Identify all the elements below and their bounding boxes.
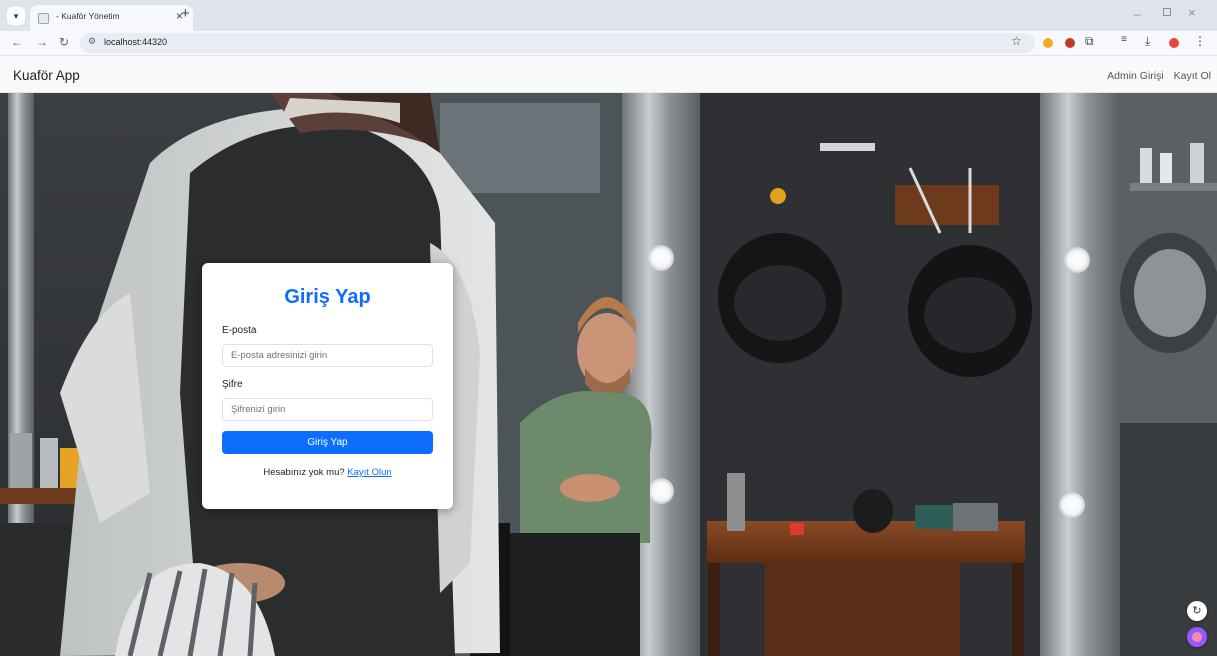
nav-links: Admin Girişi Kayıt Ol [1100,70,1211,82]
login-card: Giriş Yap E-posta Şifre Giriş Yap Hesabı… [202,263,453,509]
barbershop-photo [0,93,1217,656]
forward-icon[interactable]: → [36,35,48,49]
reading-list-icon[interactable]: ≡ [1121,34,1127,45]
site-info-icon[interactable]: ⚙ [88,36,96,47]
extensions-puzzle-icon[interactable]: ⧉ [1085,34,1094,49]
admin-login-link[interactable]: Admin Girişi [1107,70,1164,82]
maximize-icon[interactable] [1163,8,1171,16]
bookmark-star-icon[interactable]: ☆ [1011,34,1022,48]
back-icon[interactable]: ← [11,35,23,49]
browser-tab-strip: ▾ - Kuaför Yönetim × + – × [0,0,1217,31]
minimize-icon[interactable]: – [1134,7,1141,21]
email-label: E-posta [222,325,257,336]
login-submit-button[interactable]: Giriş Yap [222,431,433,454]
password-field[interactable] [222,398,433,421]
register-link[interactable]: Kayıt Ol [1174,70,1211,82]
login-title: Giriş Yap [284,286,371,308]
background-image [0,93,1217,656]
page-favicon-icon [38,13,49,24]
app-navbar: Kuaför App Admin Girişi Kayıt Ol [0,57,1217,93]
browser-toolbar: ← → ↻ ⚙ localhost:44320 ☆ ⧉ ≡ ⤓ ⋮ [0,31,1217,56]
address-bar[interactable]: ⚙ localhost:44320 [80,33,1035,53]
register-prompt: Hesabınız yok mu? Kayıt Olun [202,467,453,478]
password-label: Şifre [222,379,243,390]
register-now-link[interactable]: Kayıt Olun [347,467,391,478]
no-account-text: Hesabınız yok mu? [263,467,345,478]
tab-search-icon[interactable]: ▾ [7,7,25,25]
menu-icon[interactable]: ⋮ [1194,34,1206,48]
extension-icon[interactable] [1043,38,1053,48]
email-field[interactable] [222,344,433,367]
new-tab-icon[interactable]: + [181,5,190,22]
close-window-icon[interactable]: × [1188,5,1196,20]
floating-helper-icon[interactable]: ↻ [1187,601,1207,621]
url-text: localhost:44320 [104,37,168,47]
floating-assistant-icon[interactable] [1187,627,1207,647]
brand-logo[interactable]: Kuaför App [13,68,80,83]
extension-icon[interactable] [1065,38,1075,48]
tab-title: - Kuaför Yönetim [56,11,120,21]
reload-icon[interactable]: ↻ [59,35,69,49]
profile-avatar-icon[interactable] [1169,38,1179,48]
browser-tab[interactable]: - Kuaför Yönetim × [30,5,193,31]
downloads-icon[interactable]: ⤓ [1145,34,1150,49]
